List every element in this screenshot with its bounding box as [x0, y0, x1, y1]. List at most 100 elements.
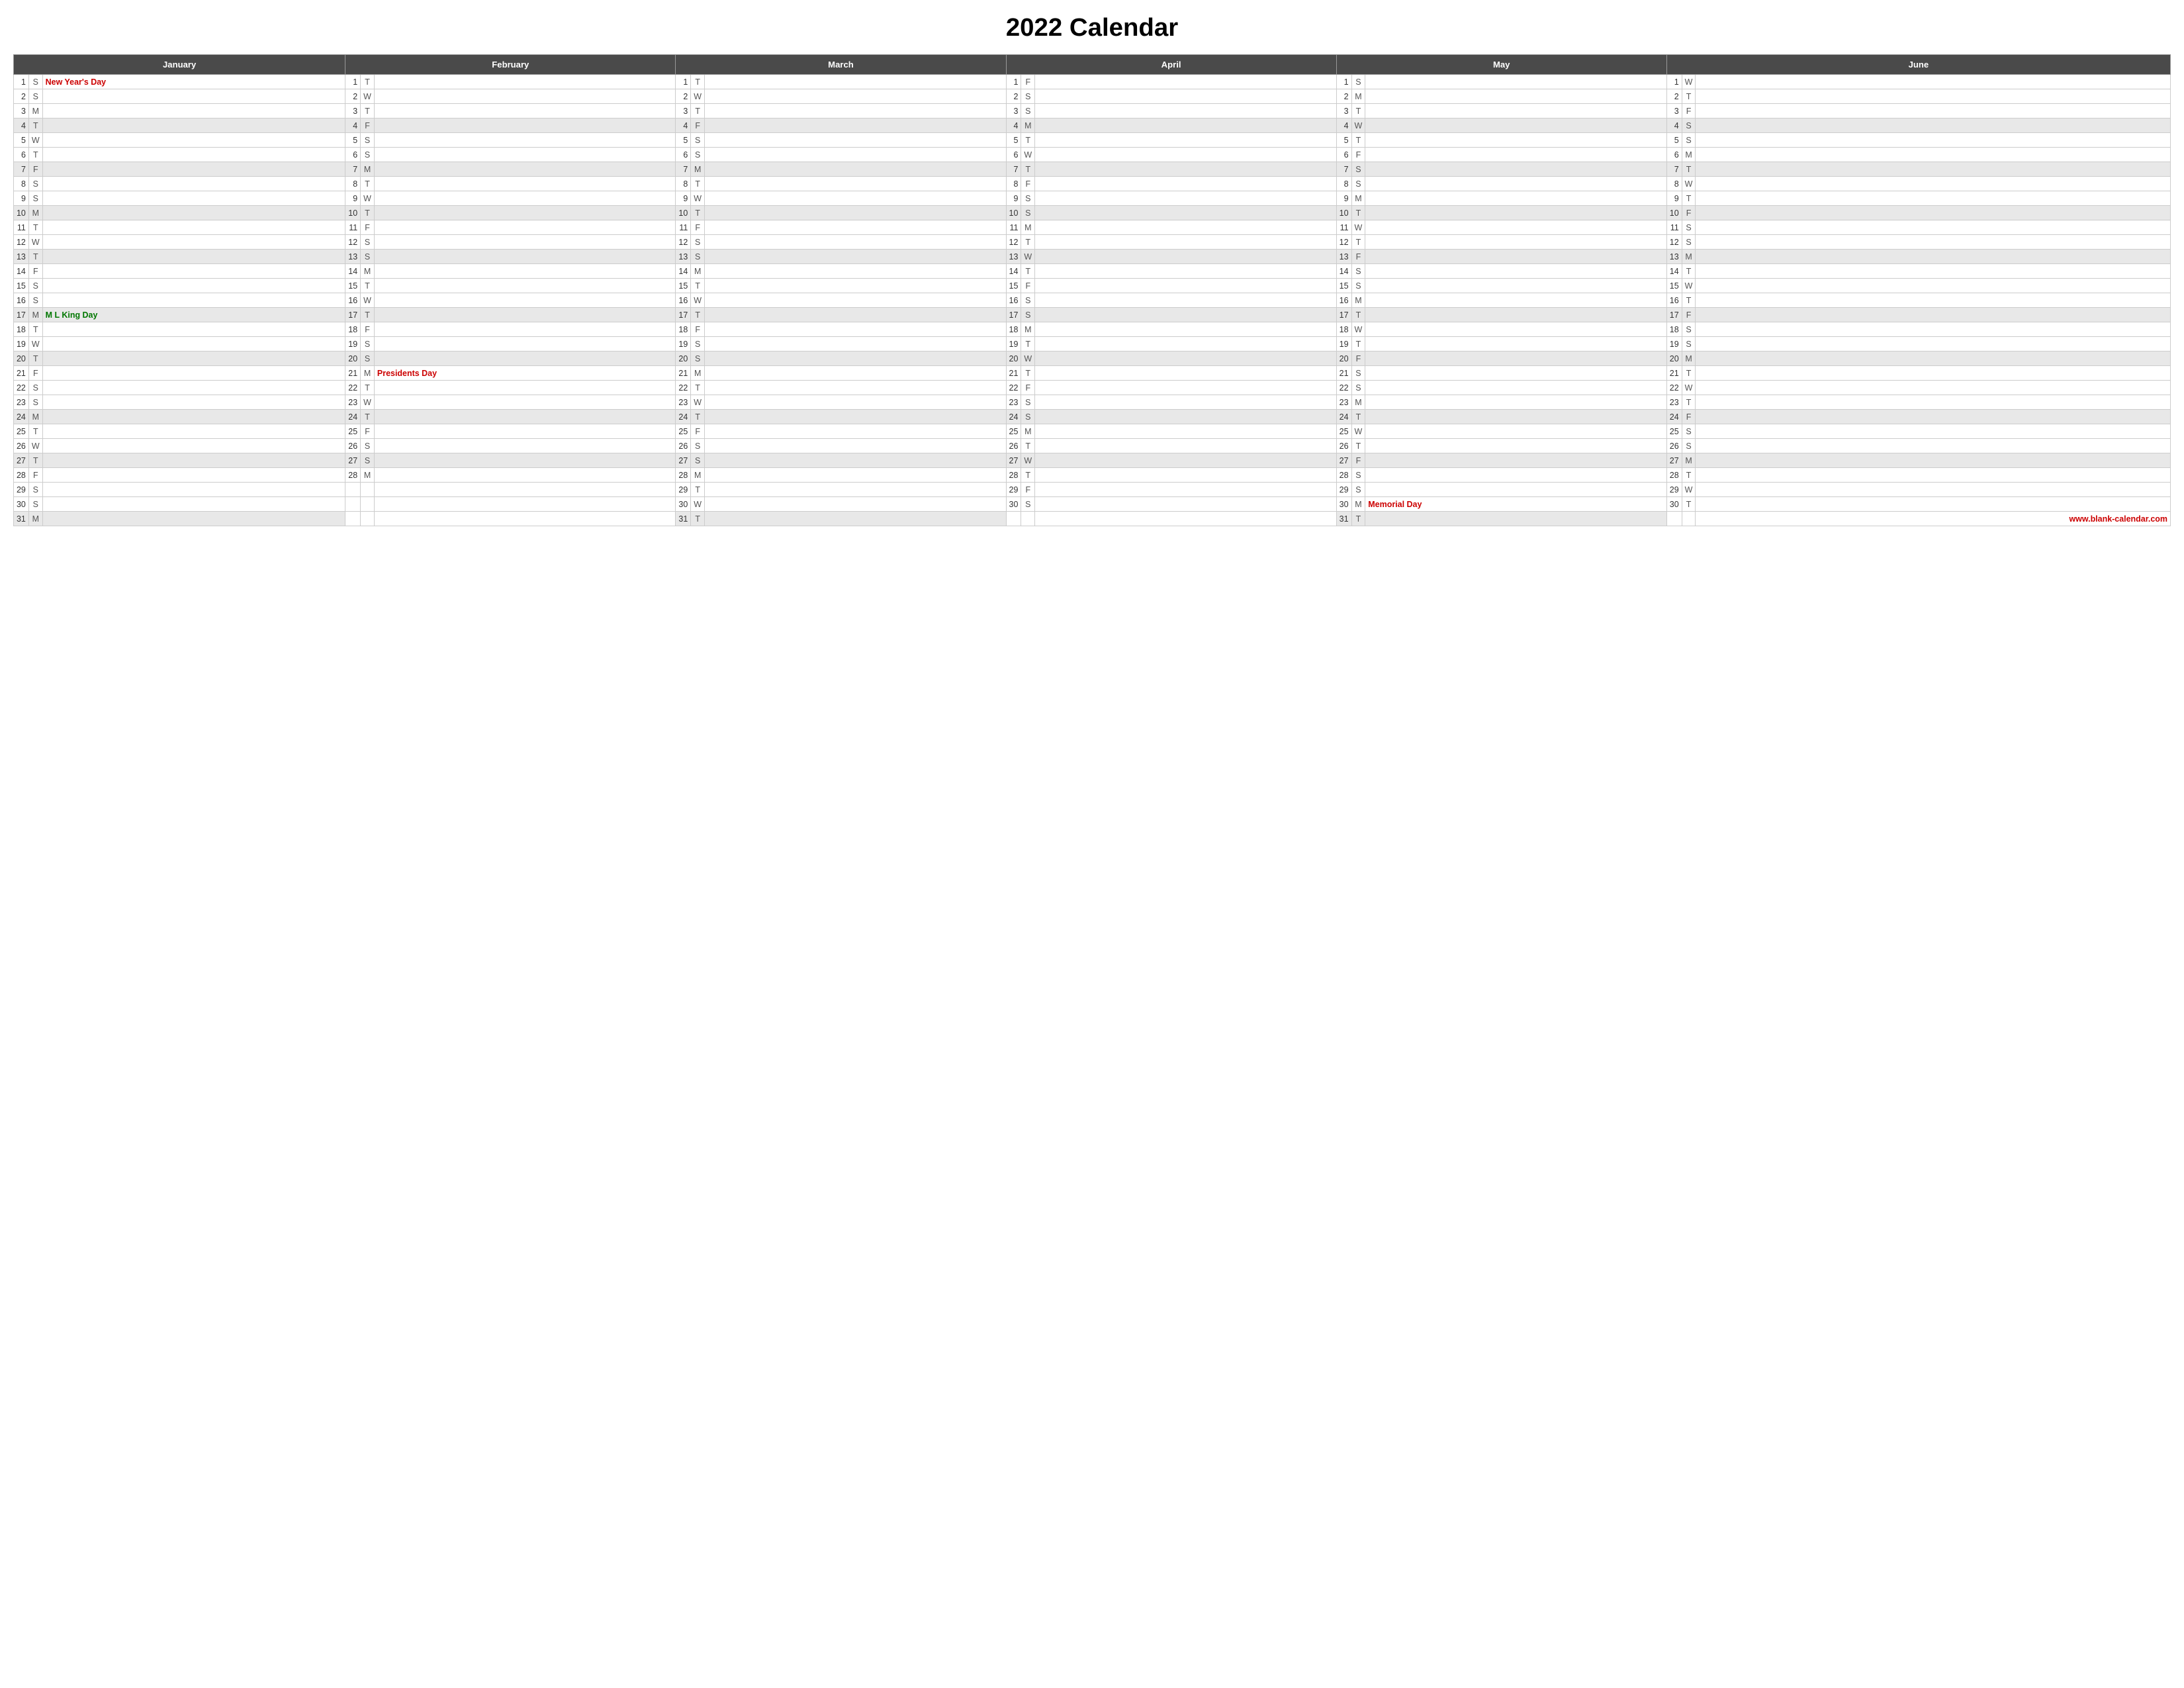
jan-day-letter-27: T: [28, 453, 42, 468]
apr-holiday-25: [1035, 424, 1336, 439]
jan-day-letter-30: S: [28, 497, 42, 512]
may-holiday-8: [1365, 177, 1666, 191]
may-day-letter-31: T: [1351, 512, 1365, 526]
mar-day-num-16: 16: [676, 293, 691, 308]
feb-day-num-13: 13: [345, 250, 361, 264]
jan-day-num-13: 13: [14, 250, 29, 264]
mar-day-num-1: 1: [676, 75, 691, 89]
feb-holiday-7: [374, 162, 675, 177]
feb-day-num-1: 1: [345, 75, 361, 89]
mar-day-letter-22: T: [691, 381, 705, 395]
apr-day-letter-6: W: [1021, 148, 1035, 162]
mar-holiday-7: [705, 162, 1006, 177]
apr-day-letter-22: F: [1021, 381, 1035, 395]
apr-day-letter-31: [1021, 512, 1035, 526]
feb-holiday-12: [374, 235, 675, 250]
feb-day-letter-27: S: [361, 453, 375, 468]
feb-day-letter-16: W: [361, 293, 375, 308]
feb-day-num-27: 27: [345, 453, 361, 468]
jun-day-num-9: 9: [1666, 191, 1682, 206]
apr-day-letter-19: T: [1021, 337, 1035, 352]
mar-holiday-6: [705, 148, 1006, 162]
mar-holiday-14: [705, 264, 1006, 279]
jun-day-num-12: 12: [1666, 235, 1682, 250]
may-day-num-24: 24: [1336, 410, 1351, 424]
apr-holiday-19: [1035, 337, 1336, 352]
feb-day-num-29: [345, 483, 361, 497]
may-day-letter-7: S: [1351, 162, 1365, 177]
apr-day-letter-25: M: [1021, 424, 1035, 439]
may-day-num-27: 27: [1336, 453, 1351, 468]
jun-day-num-31: [1666, 512, 1682, 526]
header-april: April: [1006, 55, 1336, 75]
apr-day-num-9: 9: [1006, 191, 1021, 206]
jan-holiday-6: [42, 148, 345, 162]
feb-day-num-12: 12: [345, 235, 361, 250]
apr-day-num-21: 21: [1006, 366, 1021, 381]
feb-day-letter-26: S: [361, 439, 375, 453]
mar-day-letter-18: F: [691, 322, 705, 337]
mar-holiday-8: [705, 177, 1006, 191]
jun-day-letter-14: T: [1682, 264, 1696, 279]
mar-day-letter-26: S: [691, 439, 705, 453]
mar-day-letter-17: T: [691, 308, 705, 322]
jan-day-num-1: 1: [14, 75, 29, 89]
jan-holiday-17: M L King Day: [42, 308, 345, 322]
jan-day-num-22: 22: [14, 381, 29, 395]
feb-day-num-5: 5: [345, 133, 361, 148]
apr-holiday-22: [1035, 381, 1336, 395]
may-holiday-5: [1365, 133, 1666, 148]
feb-day-num-2: 2: [345, 89, 361, 104]
may-day-letter-17: T: [1351, 308, 1365, 322]
jan-day-num-31: 31: [14, 512, 29, 526]
jun-day-num-26: 26: [1666, 439, 1682, 453]
jan-day-num-14: 14: [14, 264, 29, 279]
mar-day-num-29: 29: [676, 483, 691, 497]
feb-day-letter-23: W: [361, 395, 375, 410]
feb-day-num-4: 4: [345, 118, 361, 133]
mar-day-num-13: 13: [676, 250, 691, 264]
jan-day-letter-19: W: [28, 337, 42, 352]
apr-day-num-29: 29: [1006, 483, 1021, 497]
mar-holiday-13: [705, 250, 1006, 264]
feb-holiday-6: [374, 148, 675, 162]
mar-holiday-20: [705, 352, 1006, 366]
may-day-letter-14: S: [1351, 264, 1365, 279]
feb-day-letter-30: [361, 497, 375, 512]
header-february: February: [345, 55, 676, 75]
mar-day-letter-12: S: [691, 235, 705, 250]
feb-holiday-24: [374, 410, 675, 424]
jun-holiday-1: [1696, 75, 2171, 89]
feb-day-num-11: 11: [345, 220, 361, 235]
mar-holiday-4: [705, 118, 1006, 133]
may-holiday-20: [1365, 352, 1666, 366]
jun-day-num-22: 22: [1666, 381, 1682, 395]
apr-holiday-3: [1035, 104, 1336, 118]
apr-day-letter-12: T: [1021, 235, 1035, 250]
jun-holiday-27: [1696, 453, 2171, 468]
jan-day-num-21: 21: [14, 366, 29, 381]
jan-holiday-23: [42, 395, 345, 410]
feb-holiday-18: [374, 322, 675, 337]
mar-holiday-18: [705, 322, 1006, 337]
jan-holiday-28: [42, 468, 345, 483]
mar-day-letter-10: T: [691, 206, 705, 220]
jun-day-num-28: 28: [1666, 468, 1682, 483]
mar-day-letter-31: T: [691, 512, 705, 526]
feb-holiday-4: [374, 118, 675, 133]
may-day-letter-24: T: [1351, 410, 1365, 424]
may-day-letter-3: T: [1351, 104, 1365, 118]
may-day-letter-12: T: [1351, 235, 1365, 250]
apr-day-num-5: 5: [1006, 133, 1021, 148]
feb-holiday-23: [374, 395, 675, 410]
apr-day-num-4: 4: [1006, 118, 1021, 133]
feb-day-num-21: 21: [345, 366, 361, 381]
may-day-num-4: 4: [1336, 118, 1351, 133]
may-day-num-22: 22: [1336, 381, 1351, 395]
jan-holiday-11: [42, 220, 345, 235]
may-day-num-17: 17: [1336, 308, 1351, 322]
jan-holiday-22: [42, 381, 345, 395]
website-link: www.blank-calendar.com: [1696, 512, 2171, 526]
feb-holiday-17: [374, 308, 675, 322]
feb-day-letter-15: T: [361, 279, 375, 293]
